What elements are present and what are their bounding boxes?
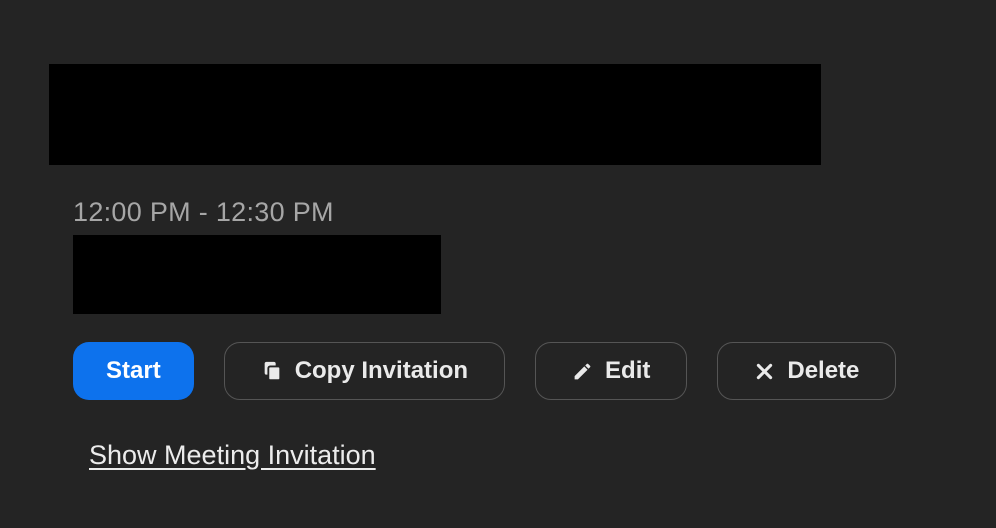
- show-meeting-invitation-link[interactable]: Show Meeting Invitation: [89, 440, 376, 471]
- meeting-details-panel: 12:00 PM - 12:30 PM Start Copy Invitatio…: [0, 0, 996, 471]
- delete-button-label: Delete: [787, 357, 859, 385]
- meeting-title-redacted: [49, 64, 821, 165]
- edit-button-label: Edit: [605, 357, 650, 385]
- meeting-actions-row: Start Copy Invitation Edit: [73, 342, 996, 400]
- start-button-label: Start: [106, 357, 161, 385]
- edit-button[interactable]: Edit: [535, 342, 687, 400]
- meeting-time-range: 12:00 PM - 12:30 PM: [73, 197, 996, 228]
- copy-invitation-button[interactable]: Copy Invitation: [224, 342, 505, 400]
- x-icon: [754, 361, 775, 382]
- pencil-icon: [572, 361, 593, 382]
- meeting-time-block: 12:00 PM - 12:30 PM: [73, 197, 996, 314]
- delete-button[interactable]: Delete: [717, 342, 896, 400]
- copy-icon: [261, 360, 283, 382]
- copy-invitation-label: Copy Invitation: [295, 357, 468, 385]
- meeting-subinfo-redacted: [73, 235, 441, 314]
- start-button[interactable]: Start: [73, 342, 194, 400]
- meeting-links-row: Show Meeting Invitation: [89, 440, 996, 471]
